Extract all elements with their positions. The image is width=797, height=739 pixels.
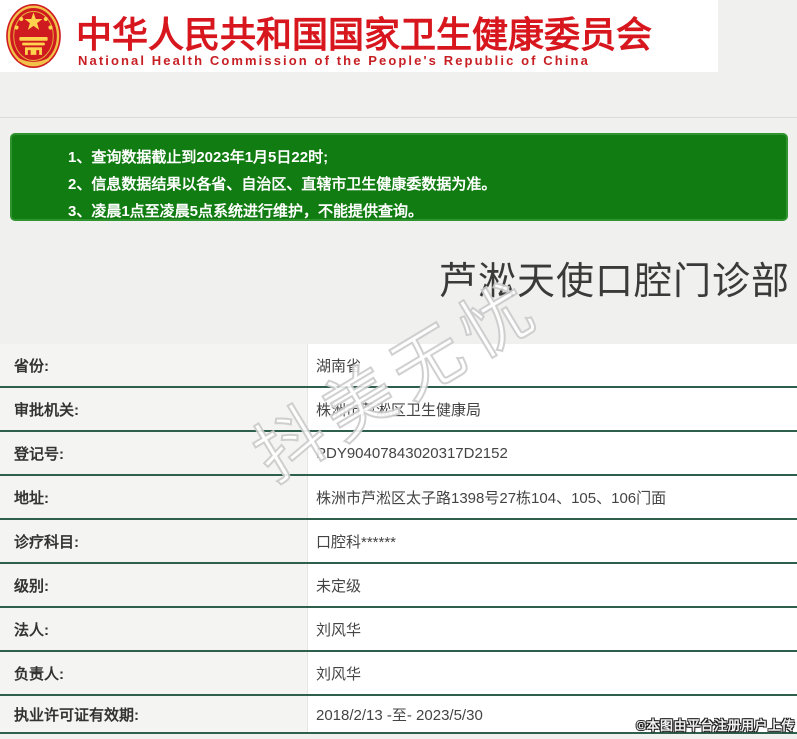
field-value: 刘风华: [307, 608, 797, 650]
field-value: 口腔科******: [307, 520, 797, 562]
row-approval-authority: 审批机关: 株洲市芦淞区卫生健康局: [0, 388, 797, 432]
row-province: 省份: 湖南省: [0, 344, 797, 388]
field-label: 审批机关:: [0, 388, 307, 430]
site-title-chinese: 中华人民共和国国家卫生健康委员会: [76, 14, 653, 55]
photo-credit-watermark: ©本图由平台注册用户上传: [636, 718, 795, 733]
field-label: 省份:: [0, 344, 307, 386]
row-level: 级别: 未定级: [0, 564, 797, 608]
notice-line-1: 1、查询数据截止到2023年1月5日22时;: [68, 149, 329, 166]
field-value: 湖南省: [307, 344, 797, 386]
page: 中华人民共和国国家卫生健康委员会 National Health Commiss…: [0, 0, 797, 739]
field-label: 法人:: [0, 608, 307, 650]
field-label: 地址:: [0, 476, 307, 518]
field-label: 执业许可证有效期:: [0, 696, 307, 732]
site-title-english: National Health Commission of the People…: [78, 53, 590, 68]
field-value: 株洲市芦淞区太子路1398号27栋104、105、106门面: [307, 476, 797, 518]
row-legal-person: 法人: 刘风华: [0, 608, 797, 652]
china-national-emblem-icon: [6, 3, 61, 69]
field-value: 未定级: [307, 564, 797, 606]
row-treatment-subjects: 诊疗科目: 口腔科******: [0, 520, 797, 564]
row-person-in-charge: 负责人: 刘风华: [0, 652, 797, 696]
field-label: 级别:: [0, 564, 307, 606]
field-value: 株洲市芦淞区卫生健康局: [307, 388, 797, 430]
query-notice-box: 1、查询数据截止到2023年1月5日22时; 2、信息数据结果以各省、自治区、直…: [10, 133, 788, 221]
clinic-name-title: 芦淞天使口腔门诊部: [438, 261, 790, 303]
site-header: 中华人民共和国国家卫生健康委员会 National Health Commiss…: [0, 0, 718, 72]
row-registration-number: 登记号: PDY90407843020317D2152: [0, 432, 797, 476]
row-address: 地址: 株洲市芦淞区太子路1398号27栋104、105、106门面: [0, 476, 797, 520]
notice-line-3: 3、凌晨1点至凌晨5点系统进行维护，不能提供查询。: [68, 203, 424, 220]
field-value: 刘风华: [307, 652, 797, 694]
field-label: 登记号:: [0, 432, 307, 474]
field-label: 诊疗科目:: [0, 520, 307, 562]
field-value: PDY90407843020317D2152: [307, 432, 797, 474]
clinic-details-table: 省份: 湖南省 审批机关: 株洲市芦淞区卫生健康局 登记号: PDY904078…: [0, 344, 797, 734]
header-divider: [0, 117, 797, 118]
field-label: 负责人:: [0, 652, 307, 694]
notice-line-2: 2、信息数据结果以各省、自治区、直辖市卫生健康委数据为准。: [68, 176, 497, 193]
